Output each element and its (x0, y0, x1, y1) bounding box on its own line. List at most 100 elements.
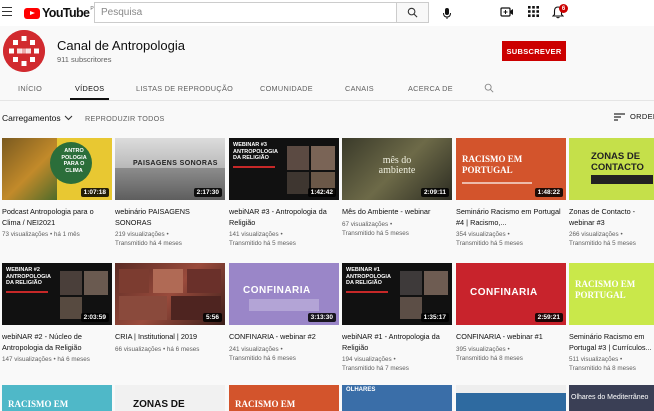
channel-avatar[interactable] (3, 30, 45, 72)
video-thumbnail[interactable]: ZONAS DE (115, 385, 225, 411)
thumbnail-text: WEBINAR #2 ANTROPOLOGIA DA RELIGIÃO (6, 267, 51, 286)
video-meta: Transmitido há 5 meses (569, 240, 636, 247)
thumbnail-text: Olhares do Mediterrâneo (571, 394, 649, 401)
video-meta: 66 visualizações • há 6 meses (115, 346, 200, 353)
video-thumbnail[interactable]: RACISMO EM (229, 385, 339, 411)
search-button[interactable] (396, 2, 429, 23)
thumbnail-text: RACISMO EM PORTUGAL (575, 279, 636, 300)
video-title[interactable]: Zonas de Contacto - webinar #3 (569, 207, 654, 228)
top-bar: YouTube PT 6 (0, 0, 654, 26)
video-title[interactable]: Podcast Antropologia para o Clima / NEI2… (2, 207, 112, 228)
video-duration: 2:09:11 (420, 188, 449, 197)
menu-icon[interactable] (2, 7, 12, 16)
thumbnail-text: WEBINAR #1 ANTROPOLOGIA DA RELIGIÃO (346, 267, 391, 286)
video-meta: Transmitido há 5 meses (229, 240, 296, 247)
notifications-button[interactable]: 6 (552, 4, 568, 20)
subscriber-count: 911 subscritores (57, 55, 112, 64)
video-thumbnail[interactable]: CONFINARIA 3:13:30 (229, 263, 339, 325)
sort-icon (614, 112, 625, 121)
video-thumbnail[interactable]: WEBINAR #3 ANTROPOLOGIA DA RELIGIÃO 1:42… (229, 138, 339, 200)
video-thumbnail[interactable]: PAISAGENS SONORAS 2:17:30 (115, 138, 225, 200)
sort-button[interactable]: ORDEN (614, 112, 654, 121)
channel-search-icon[interactable] (484, 83, 494, 93)
video-meta: Transmitido há 8 meses (456, 355, 523, 362)
video-title[interactable]: Seminário Racismo em Portugal #3 | Currí… (569, 332, 654, 353)
video-title[interactable]: webiNAR #2 - Núcleo de Antropologia da R… (2, 332, 112, 353)
thumbnail-text: CONFINARIA (470, 287, 538, 298)
tab-playlists[interactable]: LISTAS DE REPRODUÇÃO (136, 76, 233, 100)
channel-tabs: INÍCIO VÍDEOS LISTAS DE REPRODUÇÃO COMUN… (0, 76, 654, 100)
video-thumbnail[interactable]: WEBINAR #1 ANTROPOLOGIA DA RELIGIÃO 1:35… (342, 263, 452, 325)
video-duration: 1:42:42 (307, 188, 336, 197)
tabs-divider (0, 100, 654, 101)
video-meta: 147 visualizações • há 6 meses (2, 356, 90, 363)
video-title[interactable]: webinário PAISAGENS SONORAS (115, 207, 225, 228)
youtube-logo[interactable]: YouTube PT (24, 6, 97, 20)
video-title[interactable]: webiNAR #3 - Antropologia da Religião (229, 207, 339, 228)
video-duration: 1:35:17 (420, 313, 449, 322)
video-thumbnail[interactable]: Olhares do Mediterrâneo (569, 385, 654, 411)
video-thumbnail[interactable]: CONFINARIA 2:59:21 (456, 263, 566, 325)
video-title[interactable]: CONFINARIA - webinar #2 (229, 332, 339, 343)
logo-text: YouTube (42, 6, 90, 20)
thumbnail-text: RACISMO EM (8, 399, 69, 409)
uploads-label: Carregamentos (2, 113, 61, 123)
video-title[interactable]: webiNAR #1 - Antropologia da Religião (342, 332, 452, 353)
thumbnail-text: ZONAS DE CONTACTO (591, 151, 644, 173)
thumbnail-text: ZONAS DE (133, 399, 185, 410)
video-thumbnail[interactable]: RACISMO EM (2, 385, 112, 411)
uploads-dropdown[interactable]: Carregamentos (2, 113, 73, 123)
video-meta: 73 visualizações • há 1 mês (2, 231, 80, 238)
video-meta: Transmitido há 5 meses (456, 240, 523, 247)
thumbnail-text: WEBINAR #3 ANTROPOLOGIA DA RELIGIÃO (233, 142, 278, 161)
video-meta: Transmitido há 6 meses (229, 355, 296, 362)
tab-community[interactable]: COMUNIDADE (260, 76, 313, 100)
channel-name: Canal de Antropologia (57, 38, 185, 53)
thumbnail-text: RACISMO EM (235, 399, 296, 409)
tab-videos[interactable]: VÍDEOS (69, 76, 110, 100)
video-thumbnail[interactable]: WEBINAR #2 ANTROPOLOGIA DA RELIGIÃO 2:03… (2, 263, 112, 325)
video-duration: 2:59:21 (534, 313, 563, 322)
play-all-button[interactable]: REPRODUZIR TODOS (85, 114, 165, 123)
video-thumbnail[interactable]: 5:56 (115, 263, 225, 325)
thumbnail-text: ANTRO POLOGIA PARA O CLIMA (61, 148, 87, 174)
create-video-icon[interactable] (500, 5, 514, 19)
apps-grid-icon[interactable] (527, 5, 540, 18)
video-thumbnail[interactable]: mês do ambiente 2:09:11 (342, 138, 452, 200)
video-duration: 3:13:30 (307, 313, 336, 322)
search-icon (407, 7, 418, 18)
video-duration: 2:17:30 (193, 188, 222, 197)
tab-channels[interactable]: CANAIS (345, 76, 374, 100)
subscribe-button[interactable]: SUBSCREVER (502, 41, 566, 61)
sort-label: ORDEN (630, 112, 654, 121)
notification-badge: 6 (559, 4, 568, 13)
tab-home[interactable]: INÍCIO (18, 76, 42, 100)
video-duration: 2:03:59 (80, 313, 109, 322)
video-meta: Transmitido há 7 meses (342, 365, 409, 372)
search-bar (94, 2, 429, 23)
video-thumbnail[interactable]: ANTRO POLOGIA PARA O CLIMA 1:07:18 (2, 138, 112, 200)
video-meta: Transmitido há 4 meses (115, 240, 182, 247)
video-duration: 1:48:22 (534, 188, 563, 197)
youtube-play-icon (24, 7, 40, 19)
video-meta: Transmitido há 8 meses (569, 365, 636, 372)
thumbnail-text: mês do ambiente (378, 155, 416, 176)
video-thumbnail[interactable]: ZONAS DE CONTACTO (569, 138, 654, 200)
video-thumbnail[interactable]: OLHARES (342, 385, 452, 411)
video-title[interactable]: CRIA | Institutional | 2019 (115, 332, 225, 343)
microphone-icon[interactable] (440, 6, 454, 20)
video-duration: 5:56 (202, 313, 222, 322)
thumbnail-text: CONFINARIA (243, 285, 311, 296)
video-thumbnail[interactable]: RACISMO EM PORTUGAL (569, 263, 654, 325)
thumbnail-text: OLHARES (346, 387, 376, 393)
thumbnail-text: PAISAGENS SONORAS (133, 160, 218, 167)
chevron-down-icon (64, 115, 72, 121)
video-title[interactable]: CONFINARIA - webinar #1 (456, 332, 566, 343)
video-thumbnail[interactable] (456, 385, 566, 411)
video-title[interactable]: Mês do Ambiente - webinar (342, 207, 452, 218)
video-title[interactable]: Seminário Racismo em Portugal #4 | Racis… (456, 207, 566, 228)
search-input[interactable] (94, 2, 396, 23)
tab-about[interactable]: ACERCA DE (408, 76, 453, 100)
video-duration: 1:07:18 (80, 188, 109, 197)
video-thumbnail[interactable]: RACISMO EM PORTUGAL 1:48:22 (456, 138, 566, 200)
